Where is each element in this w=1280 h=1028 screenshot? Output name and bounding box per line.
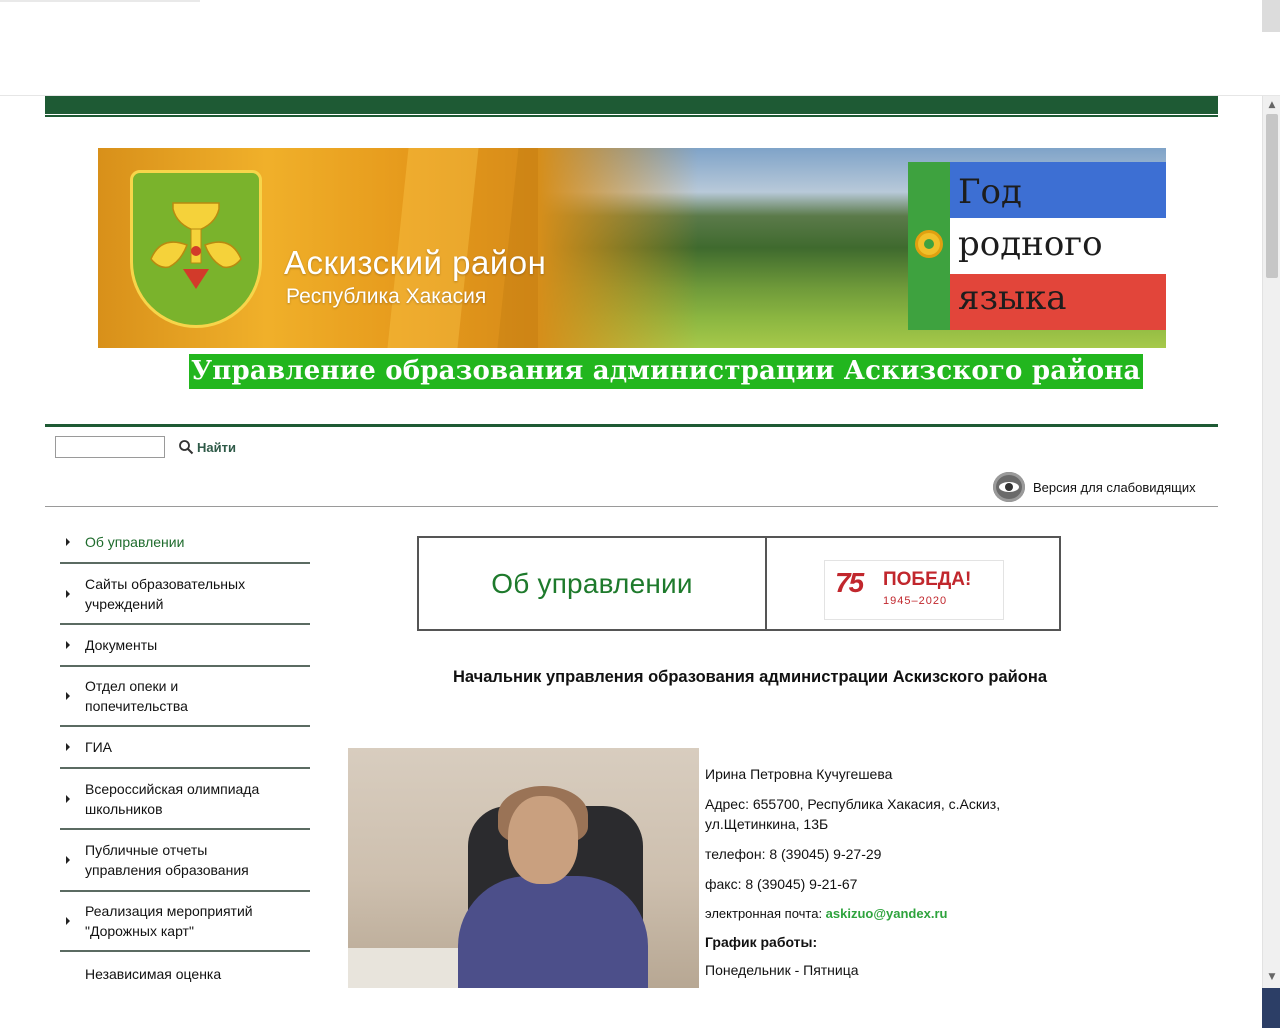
contact-info: Ирина Петровна Кучугешева Адрес: 655700,… [705, 764, 1050, 990]
sidebar-item-gia[interactable]: ГИА [60, 727, 310, 769]
year-line-1: Год [958, 172, 1022, 212]
email-line: электронная почта: askizuo@yandex.ru [705, 904, 1050, 924]
bullet-arrow-icon [66, 917, 70, 925]
low-vision-version-link[interactable]: Версия для слабовидящих [993, 472, 1196, 502]
sidebar-item-label: Независимая оценка [85, 966, 222, 982]
search-button[interactable]: Найти [178, 437, 236, 457]
address-text: Адрес: 655700, Республика Хакасия, с.Аск… [705, 796, 1001, 832]
victory-75-logo: 75 ПОБЕДА! 1945–2020 [824, 560, 1004, 620]
sidebar-item-about[interactable]: Об управлении [60, 522, 310, 564]
sidebar-item-olympiad[interactable]: Всероссийская олимпиада школьников [60, 769, 310, 830]
victory-years: 1945–2020 [883, 595, 948, 607]
page-scrollbar[interactable]: ▲ ▼ [1262, 96, 1280, 1028]
sidebar-item-roadmaps[interactable]: Реализация мероприятий "Дорожных карт" [60, 892, 310, 952]
sidebar-item-school-sites[interactable]: Сайты образовательных учреждений [60, 564, 310, 625]
eye-icon [993, 472, 1025, 502]
top-divider [0, 0, 200, 2]
fax-text: факс: 8 (39045) 9-21-67 [705, 876, 858, 892]
sidebar-item-label: Сайты образовательных учреждений [85, 575, 246, 612]
scroll-thumb[interactable] [1266, 114, 1278, 278]
low-vision-label: Версия для слабовидящих [1033, 479, 1196, 495]
schedule-label: График работы: [705, 934, 818, 950]
phone-text: телефон: 8 (39045) 9-27-29 [705, 846, 882, 862]
district-subtitle: Республика Хакасия [286, 285, 487, 308]
sidebar-item-guardianship[interactable]: Отдел опеки и попечительства [60, 667, 310, 727]
sidebar-item-public-reports[interactable]: Публичные отчеты управления образования [60, 830, 310, 892]
feature-tiles: Об управлении 75 ПОБЕДА! 1945–2020 [417, 536, 1061, 631]
bullet-arrow-icon [66, 641, 70, 649]
about-tile-label: Об управлении [491, 567, 693, 599]
victory-75-tile[interactable]: 75 ПОБЕДА! 1945–2020 [767, 538, 1059, 629]
sidebar-item-independent-assessment[interactable]: Независимая оценка [60, 952, 310, 992]
sun-emblem-icon [915, 230, 943, 258]
divider-green [45, 424, 1218, 427]
victory-word: ПОБЕДА! [883, 569, 972, 590]
scroll-down-arrow-icon[interactable]: ▼ [1263, 968, 1280, 986]
sidebar-item-label: Публичные отчеты управления образования [85, 842, 249, 878]
scroll-up-arrow-icon[interactable]: ▲ [1263, 96, 1280, 114]
bullet-arrow-icon [66, 692, 70, 700]
victory-number: 75 [835, 567, 864, 598]
photo-face [508, 796, 578, 884]
bullet-arrow-icon [66, 589, 70, 598]
year-line-2: родного [958, 224, 1103, 264]
email-link[interactable]: askizuo@yandex.ru [826, 906, 948, 921]
bullet-arrow-icon [66, 743, 70, 751]
sidebar-item-label: Отдел опеки и попечительства [85, 678, 188, 714]
divider-gray [45, 506, 1218, 507]
bullet-arrow-icon [66, 538, 70, 546]
sidebar-item-label: Реализация мероприятий "Дорожных карт" [85, 903, 253, 939]
photo-body [458, 876, 648, 988]
header-green-line [45, 114, 1218, 117]
site-banner[interactable]: Аскизский район Республика Хакасия Год р… [98, 148, 1166, 348]
sidebar-item-documents[interactable]: Документы [60, 625, 310, 667]
sidebar-item-label: Об управлении [85, 534, 185, 550]
head-name: Ирина Петровна Кучугешева [705, 766, 893, 782]
native-language-year-logo: Год родного языка [908, 162, 1166, 330]
banner-fade [538, 148, 698, 348]
email-label: электронная почта: [705, 906, 826, 921]
sidebar-item-label: Документы [85, 637, 158, 653]
coat-of-arms-icon [130, 170, 262, 328]
head-of-department-heading: Начальник управления образования админис… [452, 668, 1048, 686]
photo-desk [348, 948, 458, 988]
bullet-arrow-icon [66, 856, 70, 864]
header-green-bar [45, 96, 1218, 114]
schedule-days: Понедельник - Пятница [705, 962, 859, 978]
sidebar-menu: Об управлении Сайты образовательных учре… [60, 522, 310, 992]
browser-top-area [0, 0, 1280, 96]
search-input[interactable] [55, 436, 165, 458]
head-portrait-photo [348, 748, 699, 988]
sidebar-item-label: Всероссийская олимпиада школьников [85, 780, 260, 817]
district-title: Аскизский район [284, 244, 547, 281]
search-button-label: Найти [197, 439, 236, 455]
search-icon [179, 440, 194, 455]
year-line-3: языка [958, 278, 1067, 318]
about-tile[interactable]: Об управлении [419, 538, 767, 629]
organization-title: Управление образования администрации Аск… [189, 354, 1143, 389]
taskbar-corner [1262, 988, 1280, 1028]
sidebar-item-label: ГИА [85, 739, 112, 755]
top-scrollbar-thumb[interactable] [1262, 0, 1280, 32]
bullet-arrow-icon [66, 794, 70, 803]
